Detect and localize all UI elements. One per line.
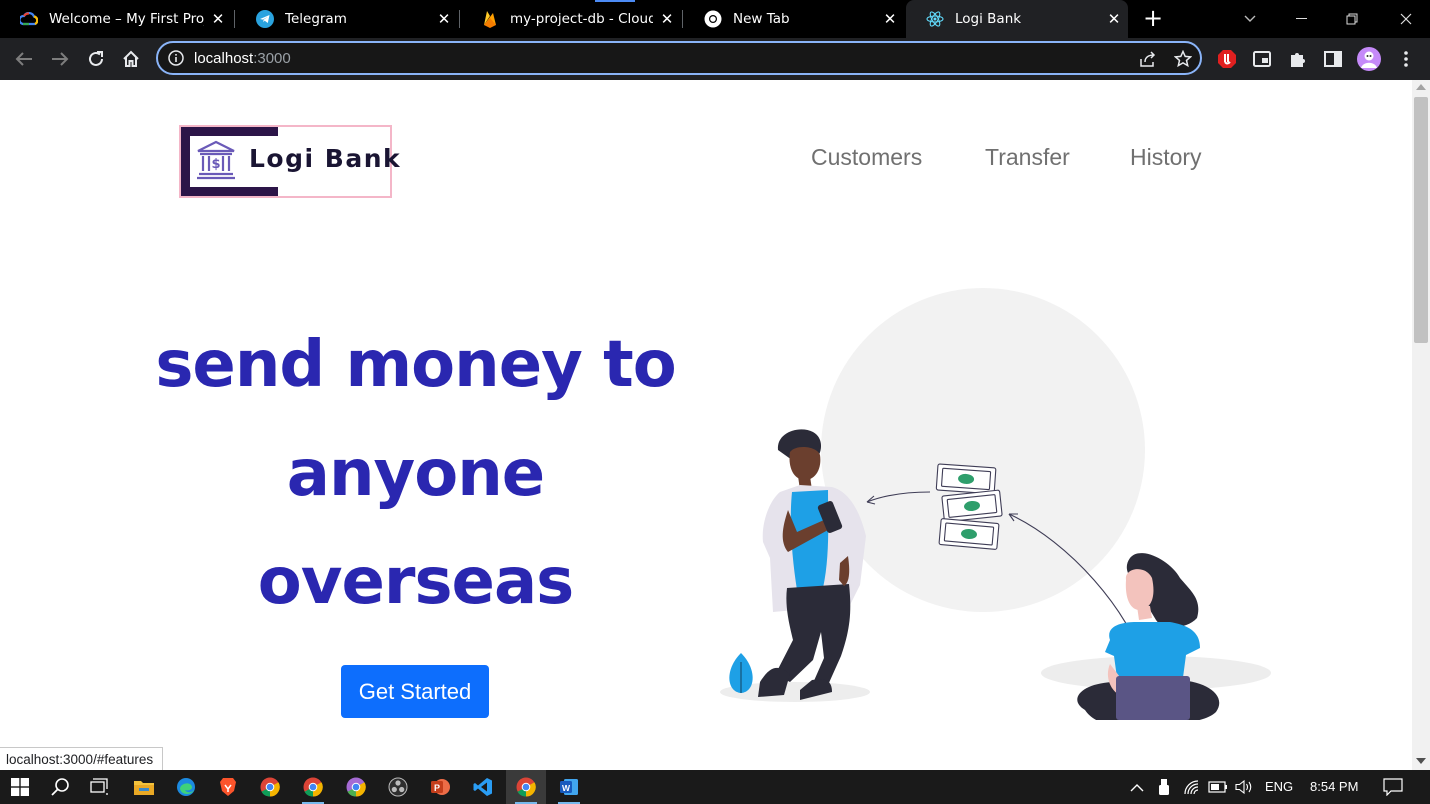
logo-text: Logi Bank [249,144,402,173]
nav-history[interactable]: History [1130,144,1202,171]
tab-close-icon[interactable]: ✕ [430,10,458,28]
hero-headline-line-1: send money to [155,328,676,402]
url-text[interactable]: localhost:3000 [194,50,291,67]
url-port: :3000 [253,50,291,67]
svg-text:$: $ [211,157,220,172]
close-window-icon[interactable] [1384,0,1428,38]
tab-close-icon[interactable]: ✕ [204,10,232,28]
start-icon[interactable] [0,770,40,804]
edge-icon[interactable] [166,770,206,804]
browser-tab-strip: Welcome – My First Proje ✕ Telegram ✕ my… [0,0,1430,38]
money-transfer-illustration [720,288,1271,720]
tab-title: my-project-db - Cloud Fir [510,11,653,27]
svg-text:W: W [562,783,571,793]
extensions-puzzle-icon[interactable] [1286,47,1310,71]
svg-text:P: P [434,783,440,793]
battery-icon[interactable] [1208,777,1228,797]
profile-avatar[interactable] [1357,47,1381,71]
share-icon[interactable] [1138,49,1158,69]
search-icon[interactable] [40,770,80,804]
home-icon[interactable] [119,47,143,71]
obs-icon[interactable] [378,770,418,804]
tab-logi-bank[interactable]: Logi Bank ✕ [906,0,1128,38]
powerpoint-icon[interactable]: P [420,770,460,804]
back-arrow-icon[interactable] [12,47,36,71]
bookmark-star-icon[interactable] [1173,49,1193,69]
site-info-icon[interactable] [168,50,184,66]
page-scrollbar[interactable] [1412,80,1430,770]
illustration-backdrop-circle [821,288,1145,612]
hero-headline-line-3: overseas [257,545,574,619]
reload-icon[interactable] [84,47,108,71]
chrome-icon[interactable] [250,770,290,804]
vscode-icon[interactable] [463,770,503,804]
nav-customers[interactable]: Customers [811,144,922,171]
logo[interactable]: $ Logi Bank [179,125,400,198]
chevron-up-icon[interactable] [1127,777,1147,797]
tab-title: Welcome – My First Proje [49,11,204,27]
chrome-canary-icon[interactable] [336,770,376,804]
hero-headline-line-2: anyone [286,437,545,511]
windows-taskbar: P W ENG 8:54 PM [0,770,1430,804]
tab-new-tab[interactable]: New Tab ✕ [684,0,904,38]
network-icon[interactable] [1182,777,1202,797]
clock[interactable]: 8:54 PM [1310,779,1358,794]
file-explorer-icon[interactable] [124,770,164,804]
get-started-button[interactable]: Get Started [341,665,489,718]
cast-media-icon[interactable] [1250,47,1274,71]
woman-figure [1077,553,1220,720]
browser-toolbar: localhost:3000 [0,38,1430,80]
tab-close-icon[interactable]: ✕ [1100,10,1128,28]
tab-title: New Tab [733,11,790,27]
volume-icon[interactable] [1234,777,1254,797]
tab-telegram[interactable]: Telegram ✕ [236,0,458,38]
url-host: localhost [194,50,254,67]
scroll-up-arrow-icon[interactable] [1416,84,1426,90]
bank-building-icon: $ [197,140,235,180]
scroll-thumb[interactable] [1414,97,1428,343]
notifications-icon[interactable] [1383,777,1403,797]
browser-menu-icon[interactable] [1394,47,1418,71]
new-tab-button[interactable]: + [1140,6,1166,32]
tab-title: Logi Bank [955,11,1022,27]
restore-icon[interactable] [1332,0,1372,38]
money-bills-icon [935,463,1003,550]
chrome-icon [704,10,722,28]
tab-close-icon[interactable]: ✕ [653,10,681,28]
nav-transfer[interactable]: Transfer [985,144,1070,171]
tab-welcome[interactable]: Welcome – My First Proje ✕ [0,0,232,38]
web-page: $ Logi Bank Customers Transfer History s… [0,80,1412,770]
side-panel-icon[interactable] [1321,47,1345,71]
telegram-icon [256,10,274,28]
tab-title: Telegram [285,11,347,27]
firebase-icon [481,10,499,28]
usb-device-icon[interactable] [1154,777,1174,797]
tab-separator [459,10,460,28]
adblock-extension-icon[interactable] [1215,47,1239,71]
tab-separator [682,10,683,28]
chrome-icon[interactable] [293,770,333,804]
forward-arrow-icon[interactable] [48,47,72,71]
plant-icon [729,653,753,693]
tab-firebase[interactable]: my-project-db - Cloud Fir ✕ [461,0,681,38]
task-view-icon[interactable] [80,770,120,804]
address-bar[interactable]: localhost:3000 [156,41,1202,75]
word-icon[interactable]: W [549,770,589,804]
tab-close-icon[interactable]: ✕ [876,10,904,28]
laptop-icon [1116,676,1190,720]
brave-icon[interactable] [208,770,248,804]
tab-search-chevron-icon[interactable] [1230,0,1270,38]
chrome-icon[interactable] [506,770,546,804]
language-indicator[interactable]: ENG [1265,779,1293,794]
react-icon [926,10,944,28]
google-cloud-icon [20,10,38,28]
tab-separator [234,10,235,28]
scroll-down-arrow-icon[interactable] [1416,758,1426,764]
minimize-icon[interactable] [1282,0,1322,38]
link-status-tooltip: localhost:3000/#features [0,747,164,770]
